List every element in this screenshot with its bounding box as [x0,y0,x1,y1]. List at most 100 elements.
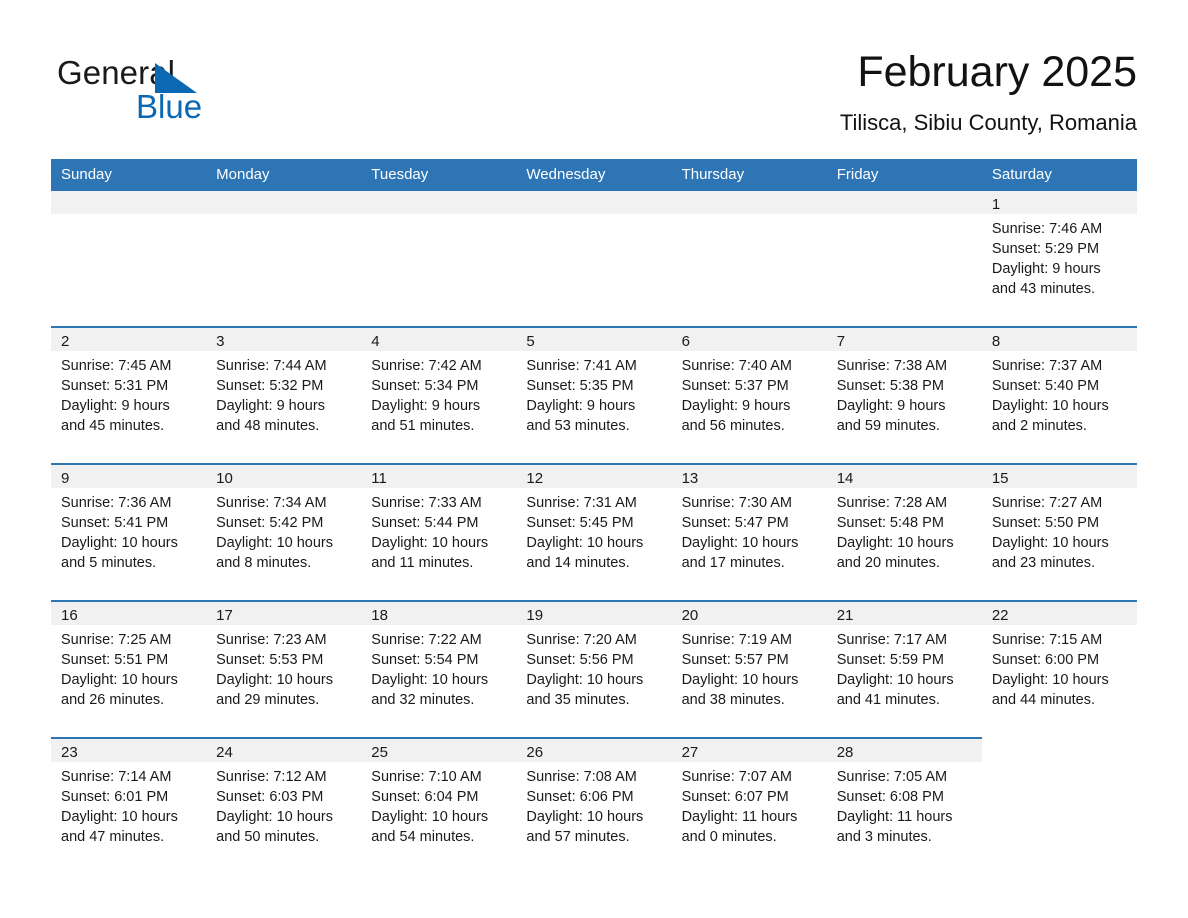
calendar-day-cell[interactable]: 4 Sunrise: 7:42 AM Sunset: 5:34 PM Daylight… [361,326,517,464]
sunset-text: Sunset: 5:34 PM [371,378,479,394]
calendar-day-cell[interactable]: 11 Sunrise: 7:33 AM Sunset: 5:44 PM Dayligh… [361,463,517,601]
daylight-text-line2: and 35 minutes. [526,692,630,708]
daylight-text-line2: and 32 minutes. [371,692,475,708]
day-details: Sunrise: 7:10 AM Sunset: 6:04 PM Daylight:… [361,762,516,847]
calendar-day-cell[interactable]: 25 Sunrise: 7:10 AM Sunset: 6:04 PM Dayligh… [361,737,517,874]
daylight-text-line1: Daylight: 10 hours [61,809,178,825]
calendar-day-cell[interactable]: 26 Sunrise: 7:08 AM Sunset: 6:06 PM Dayligh… [516,737,672,874]
sunset-text: Sunset: 5:29 PM [991,241,1100,257]
calendar-day-cell[interactable]: 24 Sunrise: 7:12 AM Sunset: 6:03 PM Dayligh… [206,737,362,874]
sunset-text: Sunset: 5:42 PM [216,515,324,531]
sunset-text: Sunset: 5:41 PM [61,515,169,531]
calendar-day-cell[interactable]: 10 Sunrise: 7:34 AM Sunset: 5:42 PM Dayligh… [206,463,362,601]
generalblue-logo[interactable]: General Blue [57,54,247,126]
sunset-text: Sunset: 5:45 PM [526,515,634,531]
calendar-day-cell[interactable]: 15 Sunrise: 7:27 AM Sunset: 5:50 PM Dayligh… [981,463,1137,601]
calendar-day-cell[interactable]: 14 Sunrise: 7:28 AM Sunset: 5:48 PM Dayligh… [826,463,982,601]
day-details: Sunrise: 7:42 AM Sunset: 5:34 PM Daylight:… [361,351,516,436]
page-title: February 2025 [857,48,1137,96]
sunset-text: Sunset: 5:32 PM [216,378,324,394]
day-number: 22 [981,602,1137,625]
daylight-text-line2: and 20 minutes. [836,555,940,571]
daylight-text-line2: and 23 minutes. [991,555,1096,571]
calendar-day-cell[interactable]: 20 Sunrise: 7:19 AM Sunset: 5:57 PM Dayligh… [671,600,827,738]
sunset-text: Sunset: 6:04 PM [371,789,479,805]
calendar-day-cell[interactable]: 9 Sunrise: 7:36 AM Sunset: 5:41 PM Daylight… [51,463,207,601]
daylight-text-line2: and 38 minutes. [681,692,785,708]
calendar-week-row: 23 Sunrise: 7:14 AM Sunset: 6:01 PM Dayligh… [51,737,1137,874]
daylight-text-line2: and 5 minutes. [61,555,157,571]
calendar-empty-cell [671,191,827,327]
day-number: 10 [206,465,362,488]
daylight-text-line2: and 29 minutes. [216,692,320,708]
calendar-empty-cell [206,191,362,327]
calendar-day-cell[interactable]: 7 Sunrise: 7:38 AM Sunset: 5:38 PM Daylight… [826,326,982,464]
daylight-text-line1: Daylight: 10 hours [836,672,954,688]
day-number: 15 [981,465,1137,488]
sunrise-text: Sunrise: 7:36 AM [61,495,172,511]
calendar-day-cell[interactable]: 1 Sunrise: 7:46 AM Sunset: 5:29 PM Daylight… [981,191,1137,327]
daylight-text-line2: and 50 minutes. [216,829,320,845]
day-details: Sunrise: 7:17 AM Sunset: 5:59 PM Daylight:… [827,625,982,710]
calendar-day-cell[interactable]: 16 Sunrise: 7:25 AM Sunset: 5:51 PM Dayligh… [51,600,207,738]
daylight-text-line1: Daylight: 10 hours [371,672,489,688]
daylight-text-line2: and 57 minutes. [526,829,630,845]
page-subtitle: Tilisca, Sibiu County, Romania [839,110,1137,135]
calendar-day-cell[interactable]: 21 Sunrise: 7:17 AM Sunset: 5:59 PM Dayligh… [826,600,982,738]
daylight-text-line1: Daylight: 10 hours [681,535,799,551]
day-number: 25 [361,739,517,762]
daylight-text-line1: Daylight: 11 hours [836,809,953,825]
day-details: Sunrise: 7:46 AM Sunset: 5:29 PM Daylight:… [982,214,1137,299]
weekday-header-monday: Monday [206,159,362,191]
day-details: Sunrise: 7:40 AM Sunset: 5:37 PM Daylight:… [672,351,827,436]
calendar-day-cell[interactable]: 28 Sunrise: 7:05 AM Sunset: 6:08 PM Dayligh… [826,737,982,874]
calendar-day-cell[interactable]: 27 Sunrise: 7:07 AM Sunset: 6:07 PM Dayligh… [671,737,827,874]
day-number: 20 [671,602,827,625]
sunrise-text: Sunrise: 7:40 AM [681,358,792,374]
day-details: Sunrise: 7:38 AM Sunset: 5:38 PM Daylight:… [827,351,982,436]
calendar-day-cell[interactable]: 13 Sunrise: 7:30 AM Sunset: 5:47 PM Dayligh… [671,463,827,601]
day-details: Sunrise: 7:15 AM Sunset: 6:00 PM Daylight:… [982,625,1137,710]
day-details: Sunrise: 7:14 AM Sunset: 6:01 PM Daylight:… [51,762,206,847]
daylight-text-line1: Daylight: 10 hours [371,809,489,825]
calendar-day-cell[interactable]: 19 Sunrise: 7:20 AM Sunset: 5:56 PM Dayligh… [516,600,672,738]
daylight-text-line1: Daylight: 9 hours [991,261,1101,277]
sunrise-text: Sunrise: 7:27 AM [991,495,1103,511]
calendar-day-cell[interactable]: 8 Sunrise: 7:37 AM Sunset: 5:40 PM Daylight… [981,326,1137,464]
sunset-text: Sunset: 5:56 PM [526,652,634,668]
day-details: Sunrise: 7:37 AM Sunset: 5:40 PM Daylight:… [982,351,1137,436]
calendar-day-cell[interactable]: 22 Sunrise: 7:15 AM Sunset: 6:00 PM Dayligh… [981,600,1137,738]
sunrise-text: Sunrise: 7:28 AM [836,495,948,511]
daylight-text-line2: and 41 minutes. [836,692,940,708]
daylight-text-line1: Daylight: 10 hours [991,672,1109,688]
calendar-empty-cell [361,191,517,327]
calendar-day-cell[interactable]: 5 Sunrise: 7:41 AM Sunset: 5:35 PM Daylight… [516,326,672,464]
day-details: Sunrise: 7:25 AM Sunset: 5:51 PM Daylight:… [51,625,206,710]
day-details: Sunrise: 7:45 AM Sunset: 5:31 PM Daylight:… [51,351,206,436]
sunset-text: Sunset: 5:48 PM [836,515,944,531]
calendar-day-cell[interactable]: 3 Sunrise: 7:44 AM Sunset: 5:32 PM Daylight… [206,326,362,464]
page-header: General Blue February 2025 Tilisca, Sibi… [51,46,1137,150]
day-number: 23 [51,739,207,762]
daylight-text-line1: Daylight: 10 hours [526,672,644,688]
sunset-text: Sunset: 6:07 PM [681,789,789,805]
calendar-day-cell[interactable]: 23 Sunrise: 7:14 AM Sunset: 6:01 PM Dayligh… [51,737,207,874]
calendar-day-cell[interactable]: 17 Sunrise: 7:23 AM Sunset: 5:53 PM Dayligh… [206,600,362,738]
sunrise-text: Sunrise: 7:37 AM [991,358,1103,374]
sunrise-text: Sunrise: 7:17 AM [836,632,948,648]
day-number: 24 [206,739,362,762]
calendar-day-cell[interactable]: 2 Sunrise: 7:45 AM Sunset: 5:31 PM Daylight… [51,326,207,464]
calendar-day-cell[interactable]: 18 Sunrise: 7:22 AM Sunset: 5:54 PM Dayligh… [361,600,517,738]
weekday-header-sunday: Sunday [51,159,207,191]
weekday-header-saturday: Saturday [981,159,1137,191]
sunrise-text: Sunrise: 7:05 AM [836,769,948,785]
day-number [671,191,827,214]
sunrise-text: Sunrise: 7:20 AM [526,632,637,648]
calendar-day-cell[interactable]: 12 Sunrise: 7:31 AM Sunset: 5:45 PM Dayligh… [516,463,672,601]
daylight-text-line2: and 8 minutes. [216,555,312,571]
day-number: 26 [516,739,672,762]
calendar-day-cell[interactable]: 6 Sunrise: 7:40 AM Sunset: 5:37 PM Daylight… [671,326,827,464]
calendar-week-row: 2 Sunrise: 7:45 AM Sunset: 5:31 PM Daylight… [51,326,1137,464]
day-number [981,738,1137,761]
day-details: Sunrise: 7:41 AM Sunset: 5:35 PM Daylight:… [516,351,671,436]
